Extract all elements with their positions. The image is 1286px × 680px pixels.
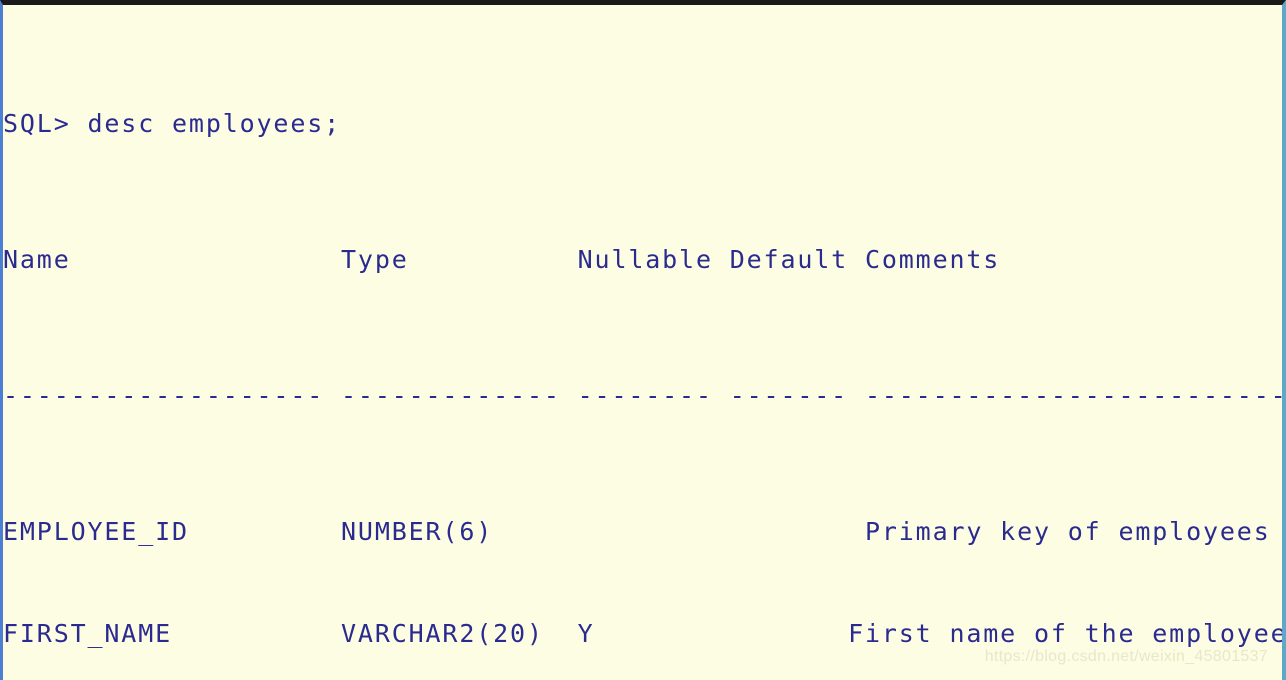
table-separator-row: ------------------- ------------- ------… bbox=[3, 381, 1286, 410]
table-row: FIRST_NAME VARCHAR2(20) Y First name of … bbox=[3, 619, 1286, 648]
terminal-output[interactable]: SQL> desc employees; Name Type Nullable … bbox=[3, 5, 1286, 680]
table-header-row: Name Type Nullable Default Comments bbox=[3, 245, 1001, 274]
table-row: EMPLOYEE_ID NUMBER(6) Primary key of emp… bbox=[3, 517, 1286, 546]
prompt-line: SQL> desc employees; bbox=[3, 109, 342, 138]
terminal-window: SQL> desc employees; Name Type Nullable … bbox=[0, 0, 1286, 680]
watermark: https://blog.csdn.net/weixin_45801537 bbox=[984, 648, 1268, 665]
